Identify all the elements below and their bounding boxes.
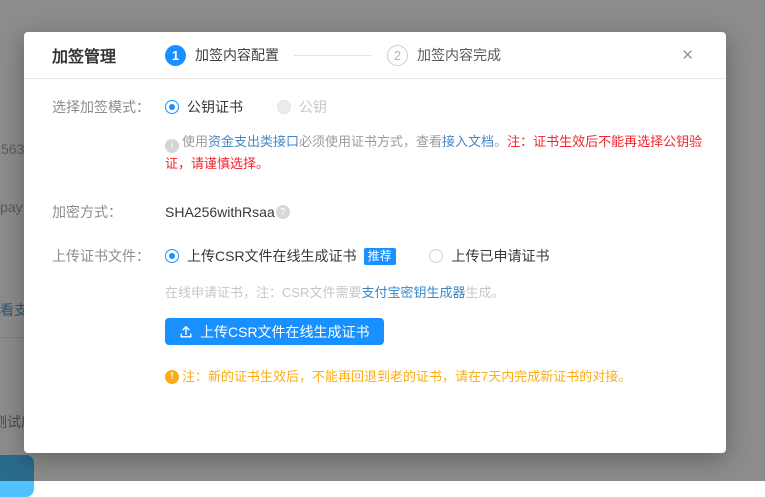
radio-upload-csr-label: 上传CSR文件在线生成证书 <box>187 246 357 266</box>
cert-switch-note-text: 注：新的证书生效后，不能再回退到老的证书，请在7天内完成新证书的对接。 <box>182 368 631 386</box>
recommended-badge: 推荐 <box>364 248 396 265</box>
radio-public-key-cert-label: 公钥证书 <box>187 97 243 117</box>
key-generator-link[interactable]: 支付宝密钥生成器 <box>361 285 465 300</box>
upload-csr-button[interactable]: 上传CSR文件在线生成证书 <box>165 318 384 345</box>
encryption-row: 加密方式： SHA256withRsaa ? <box>52 202 698 222</box>
funds-api-link[interactable]: 资金支出类接口 <box>208 134 299 149</box>
radio-public-key[interactable]: 公钥 <box>277 97 327 117</box>
cert-upload-label: 上传证书文件： <box>52 246 165 266</box>
sign-mode-options: 公钥证书 公钥 <box>165 97 357 117</box>
question-icon[interactable]: ? <box>276 205 290 219</box>
cert-upload-row: 上传证书文件： 上传CSR文件在线生成证书 推荐 上传已申请证书 <box>52 246 698 266</box>
sign-management-dialog: 加签管理 1 加签内容配置 2 加签内容完成 ✕ 选择加签模式： 公钥证书 公钥 <box>24 32 726 453</box>
info-text-middle: 必须使用证书方式，查看 <box>299 134 442 149</box>
dialog-title: 加签管理 <box>52 43 116 67</box>
encryption-value: SHA256withRsaa <box>165 204 275 220</box>
step-1-label: 加签内容配置 <box>195 45 279 65</box>
hint-prefix: 在线申请证书，注：CSR文件需要 <box>165 285 361 300</box>
dialog-header: 加签管理 1 加签内容配置 2 加签内容完成 ✕ <box>24 32 726 79</box>
radio-disabled-icon <box>277 100 291 114</box>
info-icon: i <box>165 139 179 153</box>
integration-doc-link[interactable]: 接入文档 <box>442 134 494 149</box>
radio-unchecked-icon <box>429 249 443 263</box>
csr-hint: 在线申请证书，注：CSR文件需要支付宝密钥生成器生成。 <box>165 282 698 301</box>
info-text-dot: 。 <box>494 134 507 149</box>
steps-indicator: 1 加签内容配置 2 加签内容完成 <box>165 45 677 66</box>
upload-icon <box>179 325 193 339</box>
close-icon[interactable]: ✕ <box>677 44 698 67</box>
step-2-label: 加签内容完成 <box>417 45 501 65</box>
radio-checked-icon <box>165 249 179 263</box>
warning-icon: ! <box>165 370 179 384</box>
radio-upload-csr[interactable]: 上传CSR文件在线生成证书 推荐 <box>165 246 396 266</box>
radio-upload-existing[interactable]: 上传已申请证书 <box>429 246 549 266</box>
info-text-prefix: 使用 <box>182 134 208 149</box>
radio-public-key-cert[interactable]: 公钥证书 <box>165 97 243 117</box>
sign-mode-info: i使用资金支出类接口必须使用证书方式，查看接入文档。注：证书生效后不能再选择公钥… <box>165 131 710 174</box>
radio-public-key-label: 公钥 <box>299 97 327 117</box>
dialog-body: 选择加签模式： 公钥证书 公钥 i使用资金支出类接口必须使用证书方式，查看接入文… <box>24 79 726 386</box>
encryption-label: 加密方式： <box>52 202 165 222</box>
sign-mode-row: 选择加签模式： 公钥证书 公钥 <box>52 97 698 117</box>
cert-upload-options: 上传CSR文件在线生成证书 推荐 上传已申请证书 <box>165 246 579 266</box>
cert-switch-note: ! 注：新的证书生效后，不能再回退到老的证书，请在7天内完成新证书的对接。 <box>165 368 698 386</box>
hint-suffix: 生成。 <box>465 285 504 300</box>
radio-checked-icon <box>165 100 179 114</box>
step-connector-line <box>294 55 372 56</box>
upload-csr-button-label: 上传CSR文件在线生成证书 <box>200 322 370 342</box>
radio-upload-existing-label: 上传已申请证书 <box>451 246 549 266</box>
sign-mode-label: 选择加签模式： <box>52 97 165 117</box>
step-2-circle: 2 <box>387 45 408 66</box>
step-1-circle: 1 <box>165 45 186 66</box>
encryption-value-wrap: SHA256withRsaa ? <box>165 204 290 220</box>
